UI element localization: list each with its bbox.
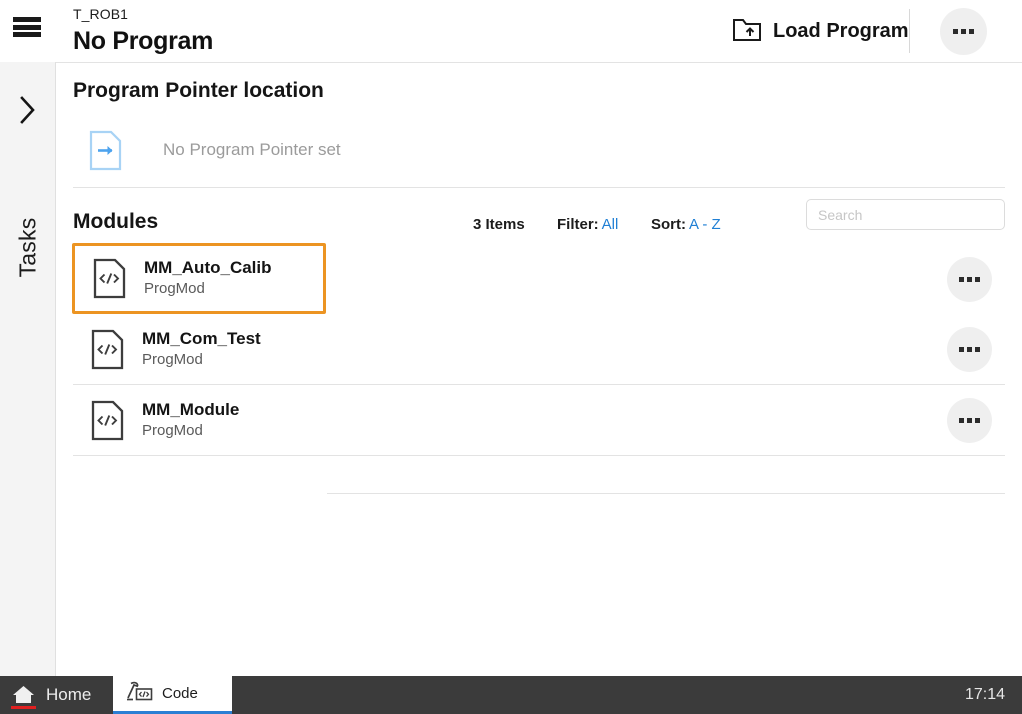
- sort-control[interactable]: Sort: A - Z: [651, 216, 721, 233]
- program-pointer-row[interactable]: No Program Pointer set: [73, 121, 1005, 179]
- search-input[interactable]: [806, 199, 1005, 230]
- row-more-button[interactable]: [947, 257, 992, 302]
- sort-label: Sort:: [651, 216, 686, 233]
- sidebar-item-tasks[interactable]: Tasks: [0, 182, 56, 312]
- module-name: MM_Module: [142, 399, 240, 419]
- ellipsis-icon: [959, 346, 980, 352]
- home-icon: [11, 684, 36, 709]
- table-row[interactable]: MM_Auto_Calib ProgMod: [72, 243, 326, 314]
- task-name: T_ROB1: [73, 6, 129, 22]
- top-header: T_ROB1 No Program Load Program: [0, 0, 1022, 63]
- taskbar-home-button[interactable]: Home: [0, 676, 113, 714]
- module-text: MM_Module ProgMod: [142, 399, 1005, 442]
- filter-label: Filter:: [557, 216, 599, 233]
- program-pointer-status: No Program Pointer set: [163, 140, 341, 159]
- main-content: Program Pointer location No Program Poin…: [56, 63, 1022, 676]
- filter-control[interactable]: Filter: All: [557, 216, 618, 233]
- load-program-button[interactable]: Load Program: [732, 12, 909, 50]
- module-text: MM_Com_Test ProgMod: [142, 328, 1005, 371]
- ellipsis-icon: [953, 29, 974, 34]
- sidebar-expand-button[interactable]: [0, 82, 56, 142]
- module-type: ProgMod: [142, 421, 203, 439]
- modules-list: MM_Auto_Calib ProgMod MM_Com_Test ProgMo…: [56, 243, 1022, 494]
- module-type: ProgMod: [144, 280, 205, 298]
- module-name: MM_Com_Test: [142, 328, 261, 348]
- taskbar: Home Code 17:14: [0, 676, 1022, 714]
- chevron-right-icon: [17, 93, 39, 132]
- table-row[interactable]: MM_Com_Test ProgMod: [73, 314, 1005, 385]
- section-divider: [73, 187, 1005, 188]
- left-sidebar: Tasks: [0, 62, 56, 676]
- sidebar-item-label: Tasks: [14, 217, 41, 277]
- sort-value: A - Z: [689, 216, 721, 233]
- filter-value: All: [601, 216, 619, 233]
- hamburger-bar: [13, 17, 41, 22]
- code-document-icon: [73, 400, 142, 441]
- modules-item-count: 3 Items: [473, 216, 525, 233]
- taskbar-tab-label: Code: [162, 685, 198, 702]
- row-more-button[interactable]: [947, 326, 992, 372]
- modules-title: Modules: [73, 210, 159, 233]
- code-document-icon: [73, 329, 142, 370]
- document-arrow-icon: [73, 130, 137, 171]
- taskbar-home-label: Home: [46, 685, 92, 704]
- taskbar-clock: 17:14: [964, 686, 1005, 703]
- table-row[interactable]: MM_Module ProgMod: [73, 385, 1005, 456]
- hamburger-menu-icon[interactable]: [13, 14, 41, 40]
- program-pointer-title: Program Pointer location: [73, 79, 324, 102]
- home-active-underline: [11, 706, 36, 709]
- hamburger-bar: [13, 24, 41, 30]
- load-program-label: Load Program: [773, 19, 909, 42]
- row-more-button[interactable]: [947, 397, 992, 443]
- hamburger-bar: [13, 32, 41, 37]
- page-title: No Program: [73, 27, 214, 55]
- robot-code-icon: [125, 679, 153, 708]
- ellipsis-icon: [959, 277, 980, 282]
- module-name: MM_Auto_Calib: [144, 258, 272, 277]
- taskbar-tab-code[interactable]: Code: [113, 676, 232, 714]
- application-window: T_ROB1 No Program Load Program Tasks Pro…: [0, 0, 1022, 714]
- ellipsis-icon: [959, 417, 980, 423]
- row-divider: [327, 493, 1005, 494]
- code-document-icon: [75, 258, 144, 299]
- header-more-button[interactable]: [940, 8, 987, 55]
- folder-up-arrow-icon: [732, 16, 762, 47]
- header-divider: [909, 9, 910, 53]
- module-text: MM_Auto_Calib ProgMod: [144, 257, 323, 300]
- module-type: ProgMod: [142, 350, 203, 368]
